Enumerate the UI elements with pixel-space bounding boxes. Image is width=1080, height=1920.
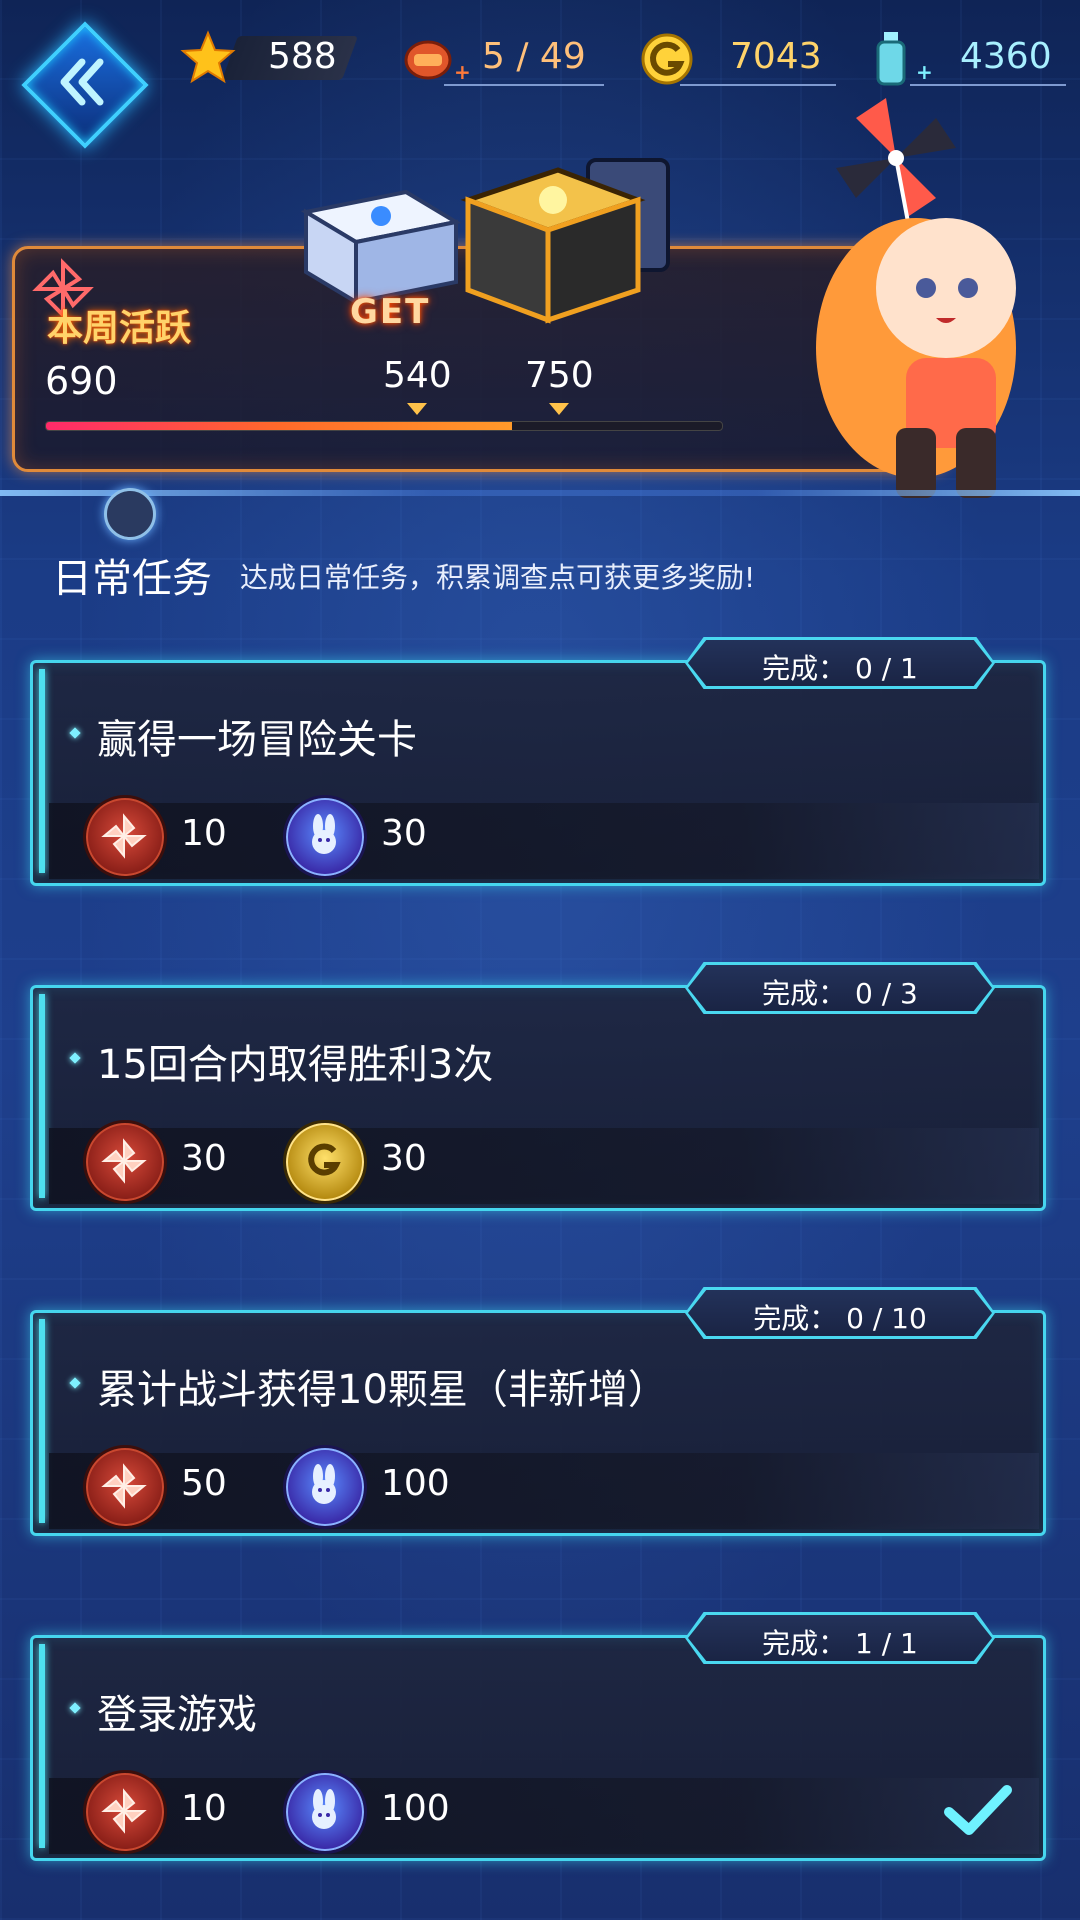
rabbit-token-icon bbox=[283, 1770, 367, 1854]
task-title: 赢得一场冒险关卡 bbox=[97, 717, 417, 763]
reward-item: 50 bbox=[83, 1445, 263, 1529]
gold-coin-icon bbox=[283, 1120, 367, 1204]
weekly-activity-value: 690 bbox=[45, 359, 118, 403]
bullet-diamond-icon bbox=[69, 1702, 81, 1714]
task-progress-text: 完成： 1 / 1 bbox=[762, 1627, 918, 1660]
card-accent-bar bbox=[39, 669, 45, 873]
gold-counter[interactable]: 7043 bbox=[640, 30, 836, 90]
stamina-icon bbox=[404, 40, 452, 80]
back-button[interactable] bbox=[21, 21, 149, 149]
card-accent-bar bbox=[39, 1319, 45, 1523]
bullet-diamond-icon bbox=[69, 727, 81, 739]
potion-plus[interactable]: + bbox=[916, 60, 933, 84]
mascot-girl-pinwheel-image bbox=[816, 98, 1016, 498]
get-reward-label[interactable]: GET bbox=[350, 292, 430, 332]
star-count: 588 bbox=[268, 36, 337, 77]
weekly-progress-fill bbox=[46, 422, 513, 430]
reward-amount: 50 bbox=[181, 1463, 227, 1504]
milestone-750: 750 bbox=[525, 355, 594, 415]
milestone-label: 540 bbox=[383, 355, 452, 396]
task-card[interactable]: 完成： 0 / 3 15回合内取得胜利3次 30 30 bbox=[30, 962, 1046, 1211]
star-icon bbox=[180, 30, 236, 84]
card-accent-bar bbox=[39, 994, 45, 1198]
weekly-progress-bar bbox=[45, 421, 723, 431]
gear-emblem-icon bbox=[104, 488, 156, 540]
milestone-label: 750 bbox=[525, 355, 594, 396]
reward-amount: 30 bbox=[381, 813, 427, 854]
task-card[interactable]: 完成： 1 / 1 登录游戏 10 100 bbox=[30, 1612, 1046, 1861]
potion-value: 4360 bbox=[960, 36, 1052, 77]
reward-item: 100 bbox=[283, 1770, 463, 1854]
rabbit-token-icon bbox=[283, 795, 367, 879]
task-progress-text: 完成： 0 / 3 bbox=[762, 977, 918, 1010]
reward-item: 30 bbox=[283, 795, 463, 879]
reward-amount: 30 bbox=[381, 1138, 427, 1179]
task-progress-text: 完成： 0 / 10 bbox=[753, 1302, 927, 1335]
checkmark-icon bbox=[944, 1785, 1012, 1835]
daily-tasks-title: 日常任务 bbox=[52, 556, 212, 602]
bullet-diamond-icon bbox=[69, 1377, 81, 1389]
potion-counter[interactable]: + 4360 bbox=[870, 30, 1066, 90]
reward-amount: 10 bbox=[181, 813, 227, 854]
task-title: 登录游戏 bbox=[97, 1692, 257, 1738]
pinwheel-icon bbox=[83, 1445, 167, 1529]
stamina-plus[interactable]: + bbox=[454, 60, 471, 84]
daily-tasks-subtitle: 达成日常任务，积累调查点可获更多奖励! bbox=[240, 561, 756, 594]
gold-g-icon bbox=[641, 33, 693, 85]
section-divider bbox=[0, 490, 1080, 496]
reward-amount: 30 bbox=[181, 1138, 227, 1179]
double-chevron-left-icon bbox=[60, 58, 104, 106]
task-progress-tab: 完成： 1 / 1 bbox=[685, 1612, 995, 1664]
reward-amount: 100 bbox=[381, 1788, 450, 1829]
milestone-540: 540 bbox=[383, 355, 452, 415]
pinwheel-icon bbox=[83, 1770, 167, 1854]
reward-amount: 10 bbox=[181, 1788, 227, 1829]
bullet-diamond-icon bbox=[69, 1052, 81, 1064]
reward-item: 30 bbox=[283, 1120, 463, 1204]
reward-amount: 100 bbox=[381, 1463, 450, 1504]
pinwheel-icon bbox=[83, 795, 167, 879]
task-card[interactable]: 完成： 0 / 10 累计战斗获得10颗星（非新增） 50 100 bbox=[30, 1287, 1046, 1536]
reward-item: 30 bbox=[83, 1120, 263, 1204]
gold-value: 7043 bbox=[730, 36, 822, 77]
task-progress-tab: 完成： 0 / 10 bbox=[685, 1287, 995, 1339]
rabbit-token-icon bbox=[283, 1445, 367, 1529]
task-title: 15回合内取得胜利3次 bbox=[97, 1042, 494, 1088]
weekly-activity-title: 本周活跃 bbox=[47, 308, 192, 349]
reward-item: 100 bbox=[283, 1445, 463, 1529]
task-progress-tab: 完成： 0 / 3 bbox=[685, 962, 995, 1014]
task-card[interactable]: 完成： 0 / 1 赢得一场冒险关卡 10 30 bbox=[30, 637, 1046, 886]
task-title: 累计战斗获得10颗星（非新增） bbox=[97, 1367, 668, 1413]
reward-item: 10 bbox=[83, 1770, 263, 1854]
star-counter: 588 bbox=[180, 30, 370, 90]
stamina-value: 5 / 49 bbox=[482, 36, 586, 77]
task-progress-text: 完成： 0 / 1 bbox=[762, 652, 918, 685]
stamina-counter[interactable]: + 5 / 49 bbox=[404, 30, 604, 90]
potion-bottle-icon bbox=[876, 32, 906, 86]
reward-item: 10 bbox=[83, 795, 263, 879]
pinwheel-icon bbox=[83, 1120, 167, 1204]
card-accent-bar bbox=[39, 1644, 45, 1848]
reward-chest-gold-icon[interactable] bbox=[448, 150, 688, 350]
task-progress-tab: 完成： 0 / 1 bbox=[685, 637, 995, 689]
